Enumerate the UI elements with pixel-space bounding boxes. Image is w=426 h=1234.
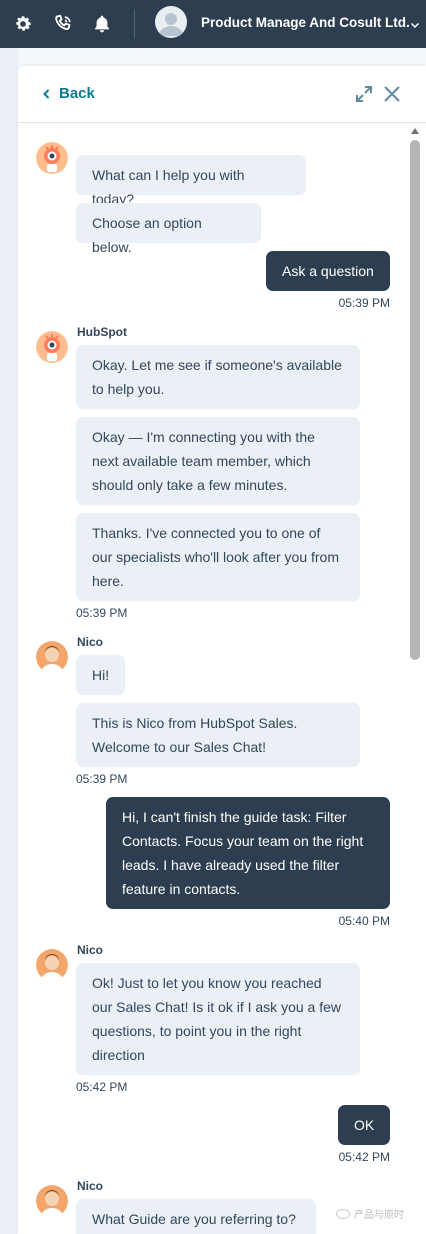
agent-avatar (36, 641, 68, 673)
message-timestamp: 05:42 PM (76, 1080, 128, 1094)
chevron-left-icon (43, 88, 50, 99)
message-bubble: What can I help you with today? (76, 155, 306, 207)
message-bubble: Hi! (76, 655, 125, 695)
back-button[interactable]: Back (42, 85, 95, 102)
message-bubble: This is Nico from HubSpot Sales. Welcome… (76, 703, 360, 767)
message-timestamp: 05:40 PM (338, 914, 390, 928)
quick-reply-ask-question[interactable]: Ask a question (266, 251, 390, 291)
sender-name: Nico (77, 635, 104, 649)
message-bubble: OK (338, 1105, 390, 1145)
wechat-icon (336, 1208, 350, 1219)
watermark: 产品与原时 (336, 1206, 404, 1221)
gear-icon[interactable] (11, 12, 35, 36)
agent-avatar (36, 949, 68, 981)
message-bubble: Ok! Just to let you know you reached our… (76, 963, 360, 1075)
message-bubble: Okay. Let me see if someone's available … (76, 345, 360, 409)
sender-name: HubSpot (77, 325, 127, 339)
message-bubble: Hi, I can't finish the guide task: Filte… (106, 797, 390, 909)
chat-scrollbar[interactable] (410, 128, 421, 1234)
message-timestamp: 05:39 PM (76, 772, 128, 786)
phone-icon[interactable] (51, 12, 75, 36)
close-icon[interactable] (382, 84, 402, 104)
message-bubble: Thanks. I've connected you to one of our… (76, 513, 360, 601)
top-navigation-bar: Product Manage And Cosult Ltd. (0, 0, 426, 48)
scrollbar-thumb[interactable] (410, 140, 420, 660)
bot-avatar (36, 142, 68, 174)
background-strip (0, 48, 18, 1234)
bot-avatar (36, 331, 68, 363)
message-timestamp: 05:39 PM (338, 296, 390, 310)
bell-icon[interactable] (90, 12, 114, 36)
company-name[interactable]: Product Manage And Cosult Ltd. (201, 15, 410, 30)
message-bubble: Choose an option below. (76, 203, 261, 255)
expand-icon[interactable] (355, 85, 373, 103)
message-timestamp: 05:42 PM (338, 1150, 390, 1164)
chevron-down-icon[interactable] (410, 17, 420, 35)
back-label: Back (59, 85, 95, 102)
chat-header: Back (18, 66, 426, 123)
message-timestamp: 05:39 PM (76, 606, 128, 620)
sender-name: Nico (77, 943, 104, 957)
watermark-text: 产品与原时 (354, 1210, 404, 1221)
scroll-up-arrow-icon[interactable] (411, 128, 419, 134)
message-bubble: What Guide are you referring to? (76, 1199, 316, 1234)
message-bubble: Okay — I'm connecting you with the next … (76, 417, 360, 505)
topbar-divider (134, 9, 135, 39)
sender-name: Nico (77, 1179, 104, 1193)
agent-avatar (36, 1185, 68, 1217)
user-avatar[interactable] (155, 6, 187, 38)
